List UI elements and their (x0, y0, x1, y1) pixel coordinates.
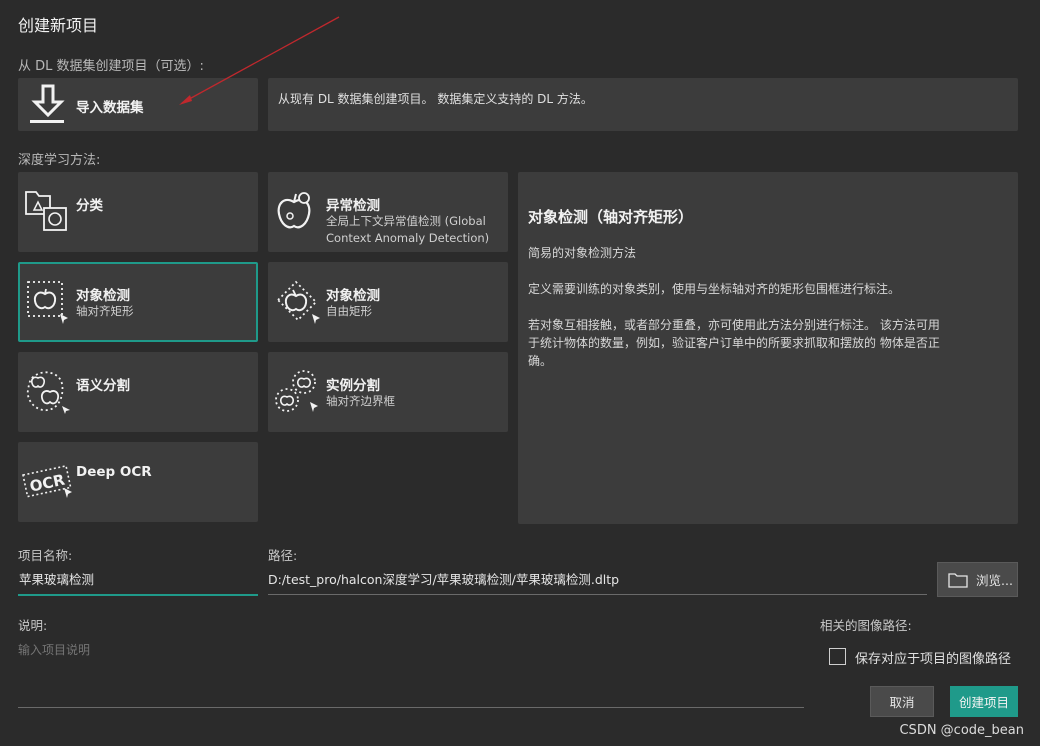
notes-label: 说明: (18, 618, 48, 633)
notes-field-wrapper (18, 636, 804, 708)
save-image-path-label: 保存对应于项目的图像路径 (855, 652, 1012, 667)
methods-section-label: 深度学习方法: (18, 153, 101, 168)
folder-images-icon (24, 188, 70, 234)
download-icon (28, 82, 68, 126)
method-sub-label: 全局上下文异常值检测 (Global Context Anomaly Detect… (326, 214, 490, 245)
dotted-circles-apple-icon (274, 368, 320, 414)
dialog-title: 创建新项目 (18, 16, 99, 35)
dotted-blob-apple-icon (24, 368, 70, 414)
method-object-detection-axis-aligned[interactable]: 对象检测 轴对齐矩形 (18, 262, 258, 342)
method-semantic-segmentation[interactable]: 语义分割 (18, 352, 258, 432)
description-line: 简易的对象检测方法 (528, 246, 637, 260)
method-description-panel: 对象检测（轴对齐矩形） 简易的对象检测方法 定义需要训练的对象类别，使用与坐标轴… (518, 172, 1018, 524)
annotation-arrow (179, 16, 340, 105)
rotated-box-apple-icon (274, 278, 320, 324)
method-deep-ocr[interactable]: OCR Deep OCR (18, 442, 258, 522)
description-paragraph: 若对象互相接触，或者部分重叠，亦可使用此方法分别进行标注。 该方法可用 于统计物… (528, 318, 940, 368)
method-classification[interactable]: 分类 (18, 172, 258, 252)
project-name-field-wrapper (18, 564, 258, 596)
method-label: 对象检测 (76, 288, 130, 304)
dotted-box-apple-icon (24, 278, 70, 324)
project-name-input[interactable] (18, 564, 258, 592)
import-info-box: 从现有 DL 数据集创建项目。 数据集定义支持的 DL 方法。 (268, 78, 1018, 131)
image-path-label: 相关的图像路径: (820, 618, 912, 633)
method-label: Deep OCR (76, 464, 152, 480)
method-sub-label: 轴对齐矩形 (76, 304, 134, 318)
browse-button[interactable]: 浏览... (937, 562, 1018, 597)
path-input[interactable] (268, 564, 927, 592)
method-anomaly-detection[interactable]: 异常检测 全局上下文异常值检测 (Global Context Anomaly D… (268, 172, 508, 252)
method-label: 分类 (76, 198, 103, 214)
svg-text:OCR: OCR (28, 471, 67, 496)
method-label: 异常检测 (326, 198, 380, 214)
method-instance-segmentation[interactable]: 实例分割 轴对齐边界框 (268, 352, 508, 432)
method-label: 对象检测 (326, 288, 380, 304)
method-label: 实例分割 (326, 378, 380, 394)
method-sub-label: 自由矩形 (326, 304, 372, 318)
save-image-path-checkbox[interactable] (829, 648, 846, 665)
browse-label: 浏览... (976, 573, 1013, 588)
ocr-stamp-icon: OCR (22, 460, 74, 506)
method-label: 语义分割 (76, 378, 130, 394)
method-sub-label: 轴对齐边界框 (326, 394, 395, 408)
folder-icon (948, 572, 968, 588)
path-field-wrapper (268, 564, 927, 595)
create-project-button[interactable]: 创建项目 (950, 686, 1018, 717)
method-object-detection-free[interactable]: 对象检测 自由矩形 (268, 262, 508, 342)
apple-anomaly-icon (274, 188, 320, 234)
notes-textarea[interactable] (18, 636, 804, 700)
import-dataset-label: 导入数据集 (76, 100, 144, 116)
path-label: 路径: (268, 548, 298, 563)
watermark: CSDN @code_bean (899, 723, 1024, 738)
project-name-label: 项目名称: (18, 548, 73, 563)
cancel-button[interactable]: 取消 (870, 686, 934, 717)
description-line: 定义需要训练的对象类别，使用与坐标轴对齐的矩形包围框进行标注。 (528, 282, 901, 296)
description-title: 对象检测（轴对齐矩形） (528, 208, 694, 226)
